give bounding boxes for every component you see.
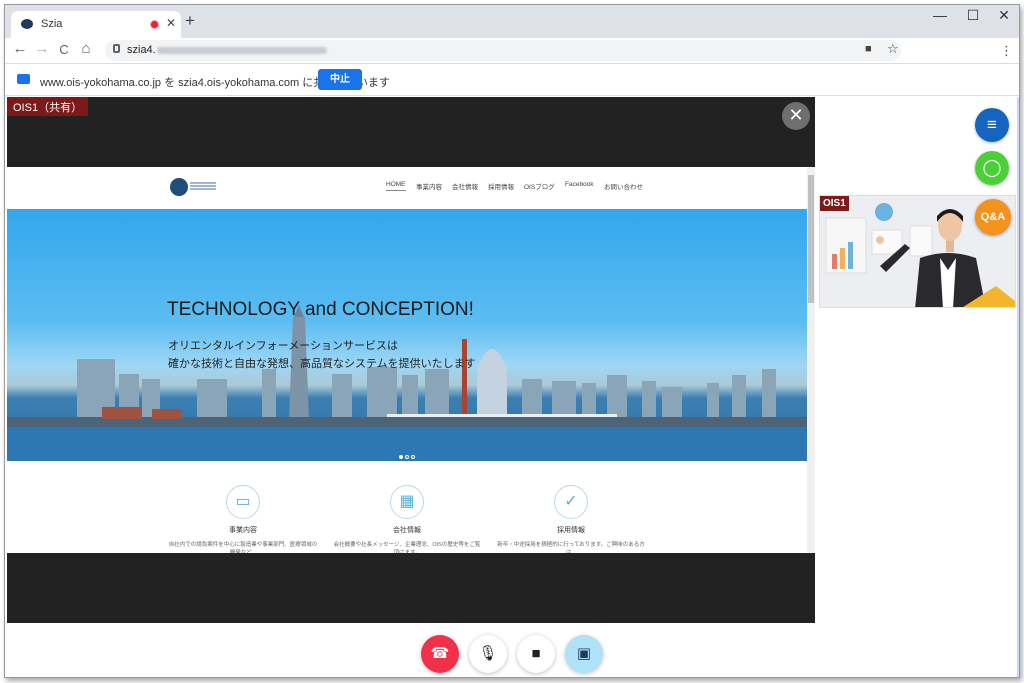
screen-share-icon: ▣: [576, 645, 592, 662]
url-text: szia4.: [127, 44, 156, 56]
feature-description: 自社内での請負案件を中心に製造業や事業部門、医療領域の開発など...: [168, 542, 318, 553]
website-nav-contact[interactable]: お問い合わせ: [604, 181, 643, 191]
tab-strip: Szia ✕ + — ☐ ✕: [5, 5, 1019, 38]
hero-subtitle: オリエンタルインフォーメーションサービスは 確かな技術と自由な発想、高品質なシス…: [168, 340, 476, 370]
hang-up-button[interactable]: ☎: [421, 635, 459, 673]
browser-menu-icon[interactable]: ⋮: [1000, 43, 1013, 59]
close-window-button[interactable]: ✕: [989, 7, 1019, 24]
feature-description: 新卒・中途採用を積極的に行っております。ご興味のある方は...: [497, 542, 645, 553]
tab-close-icon[interactable]: ✕: [166, 16, 176, 30]
feature-description: 会社概要や社長メッセージ、企業理念、OISの歴史等をご覧頂けます。: [333, 542, 481, 553]
browser-toolbar: ← → C ⌂ szia4. ■ ☆ ⋮: [5, 38, 1019, 63]
carousel-dot[interactable]: [399, 455, 403, 459]
shared-screen-stage: OIS1（共有） ✕ HOME 事業内容 会社情報 採用情報 OISブログ Fa…: [7, 97, 815, 623]
close-shared-screen-button[interactable]: ✕: [782, 102, 810, 130]
phone-icon: ☎: [430, 645, 450, 662]
browser-window: Szia ✕ + — ☐ ✕ ← → C ⌂ szia4. ■ ☆ ⋮ www.…: [4, 4, 1020, 678]
shared-website: HOME 事業内容 会社情報 採用情報 OISブログ Facebook お問い合…: [7, 167, 815, 553]
back-button[interactable]: ←: [11, 40, 29, 57]
screen-share-button[interactable]: ▣: [565, 635, 603, 673]
city-skyline-image: [7, 305, 807, 461]
ois-logo-text: [190, 182, 216, 184]
monitor-icon: ▭: [226, 485, 260, 519]
website-scrollbar[interactable]: [807, 167, 815, 553]
feature-business[interactable]: ▭ 事業内容 自社内での請負案件を中心に製造業や事業部門、医療領域の開発など..…: [168, 485, 318, 553]
camera-icon[interactable]: ■: [865, 43, 872, 55]
carousel-dot[interactable]: [405, 455, 409, 459]
website-nav-business[interactable]: 事業内容: [416, 181, 442, 191]
address-bar[interactable]: szia4. ■ ☆: [105, 40, 901, 61]
carousel-dots: [399, 446, 417, 461]
browser-tab[interactable]: Szia ✕: [11, 11, 181, 38]
website-nav-blog[interactable]: OISブログ: [524, 181, 555, 191]
site-favicon-icon: [21, 19, 33, 29]
url-blurred: [157, 47, 327, 54]
participant-name-label: OIS1: [820, 196, 849, 211]
camera-button[interactable]: ■: [517, 635, 555, 673]
lock-icon: [113, 44, 120, 53]
hero-title: TECHNOLOGY and CONCEPTION!: [167, 299, 474, 320]
website-nav-facebook[interactable]: Facebook: [565, 181, 594, 188]
feature-recruit[interactable]: ✓ 採用情報 新卒・中途採用を積極的に行っております。ご興味のある方は...: [496, 485, 646, 553]
check-icon: ✓: [554, 485, 588, 519]
feature-label: 採用情報: [557, 527, 585, 534]
recording-indicator-icon: [150, 20, 159, 29]
microphone-button[interactable]: 🎙: [469, 635, 507, 673]
qa-button[interactable]: Q&A: [975, 199, 1011, 235]
building-icon: ▦: [390, 485, 424, 519]
screen-share-icon: [17, 74, 30, 84]
feature-company[interactable]: ▦ 会社情報 会社概要や社長メッセージ、企業理念、OISの歴史等をご覧頂けます。: [332, 485, 482, 553]
website-nav-recruit[interactable]: 採用情報: [488, 181, 514, 191]
home-button[interactable]: ⌂: [77, 40, 95, 57]
website-nav-home[interactable]: HOME: [386, 181, 406, 191]
video-camera-icon: ■: [531, 645, 541, 662]
forward-button[interactable]: →: [33, 40, 51, 57]
screen-sharing-bar: www.ois-yokohama.co.jp を szia4.ois-yokoh…: [5, 63, 1019, 96]
microphone-icon: 🎙: [478, 645, 498, 662]
tab-title: Szia: [41, 18, 63, 30]
maximize-button[interactable]: ☐: [958, 7, 988, 24]
new-tab-button[interactable]: +: [185, 11, 195, 31]
minimize-button[interactable]: —: [925, 7, 955, 23]
menu-button[interactable]: ≡: [975, 108, 1009, 142]
stop-sharing-button[interactable]: 中止: [318, 69, 362, 90]
panel-edge: [1017, 97, 1019, 677]
website-header: HOME 事業内容 会社情報 採用情報 OISブログ Facebook お問い合…: [7, 167, 807, 207]
feature-label: 会社情報: [393, 527, 421, 534]
meeting-content: OIS1（共有） ✕ HOME 事業内容 会社情報 採用情報 OISブログ Fa…: [5, 97, 1019, 677]
feature-label: 事業内容: [229, 527, 257, 534]
chat-button[interactable]: ◯: [975, 151, 1009, 185]
carousel-dot[interactable]: [411, 455, 415, 459]
website-scrollbar-thumb[interactable]: [808, 175, 814, 303]
star-icon[interactable]: ☆: [887, 41, 899, 57]
shared-screen-label: OIS1（共有）: [7, 97, 89, 116]
ois-logo-icon: [170, 178, 188, 196]
reload-button[interactable]: C: [55, 42, 73, 57]
hero-banner: TECHNOLOGY and CONCEPTION! オリエンタルインフォーメー…: [7, 209, 807, 461]
participant-video-tile[interactable]: OIS1 Q&A: [819, 195, 1016, 308]
website-nav-company[interactable]: 会社情報: [452, 181, 478, 191]
